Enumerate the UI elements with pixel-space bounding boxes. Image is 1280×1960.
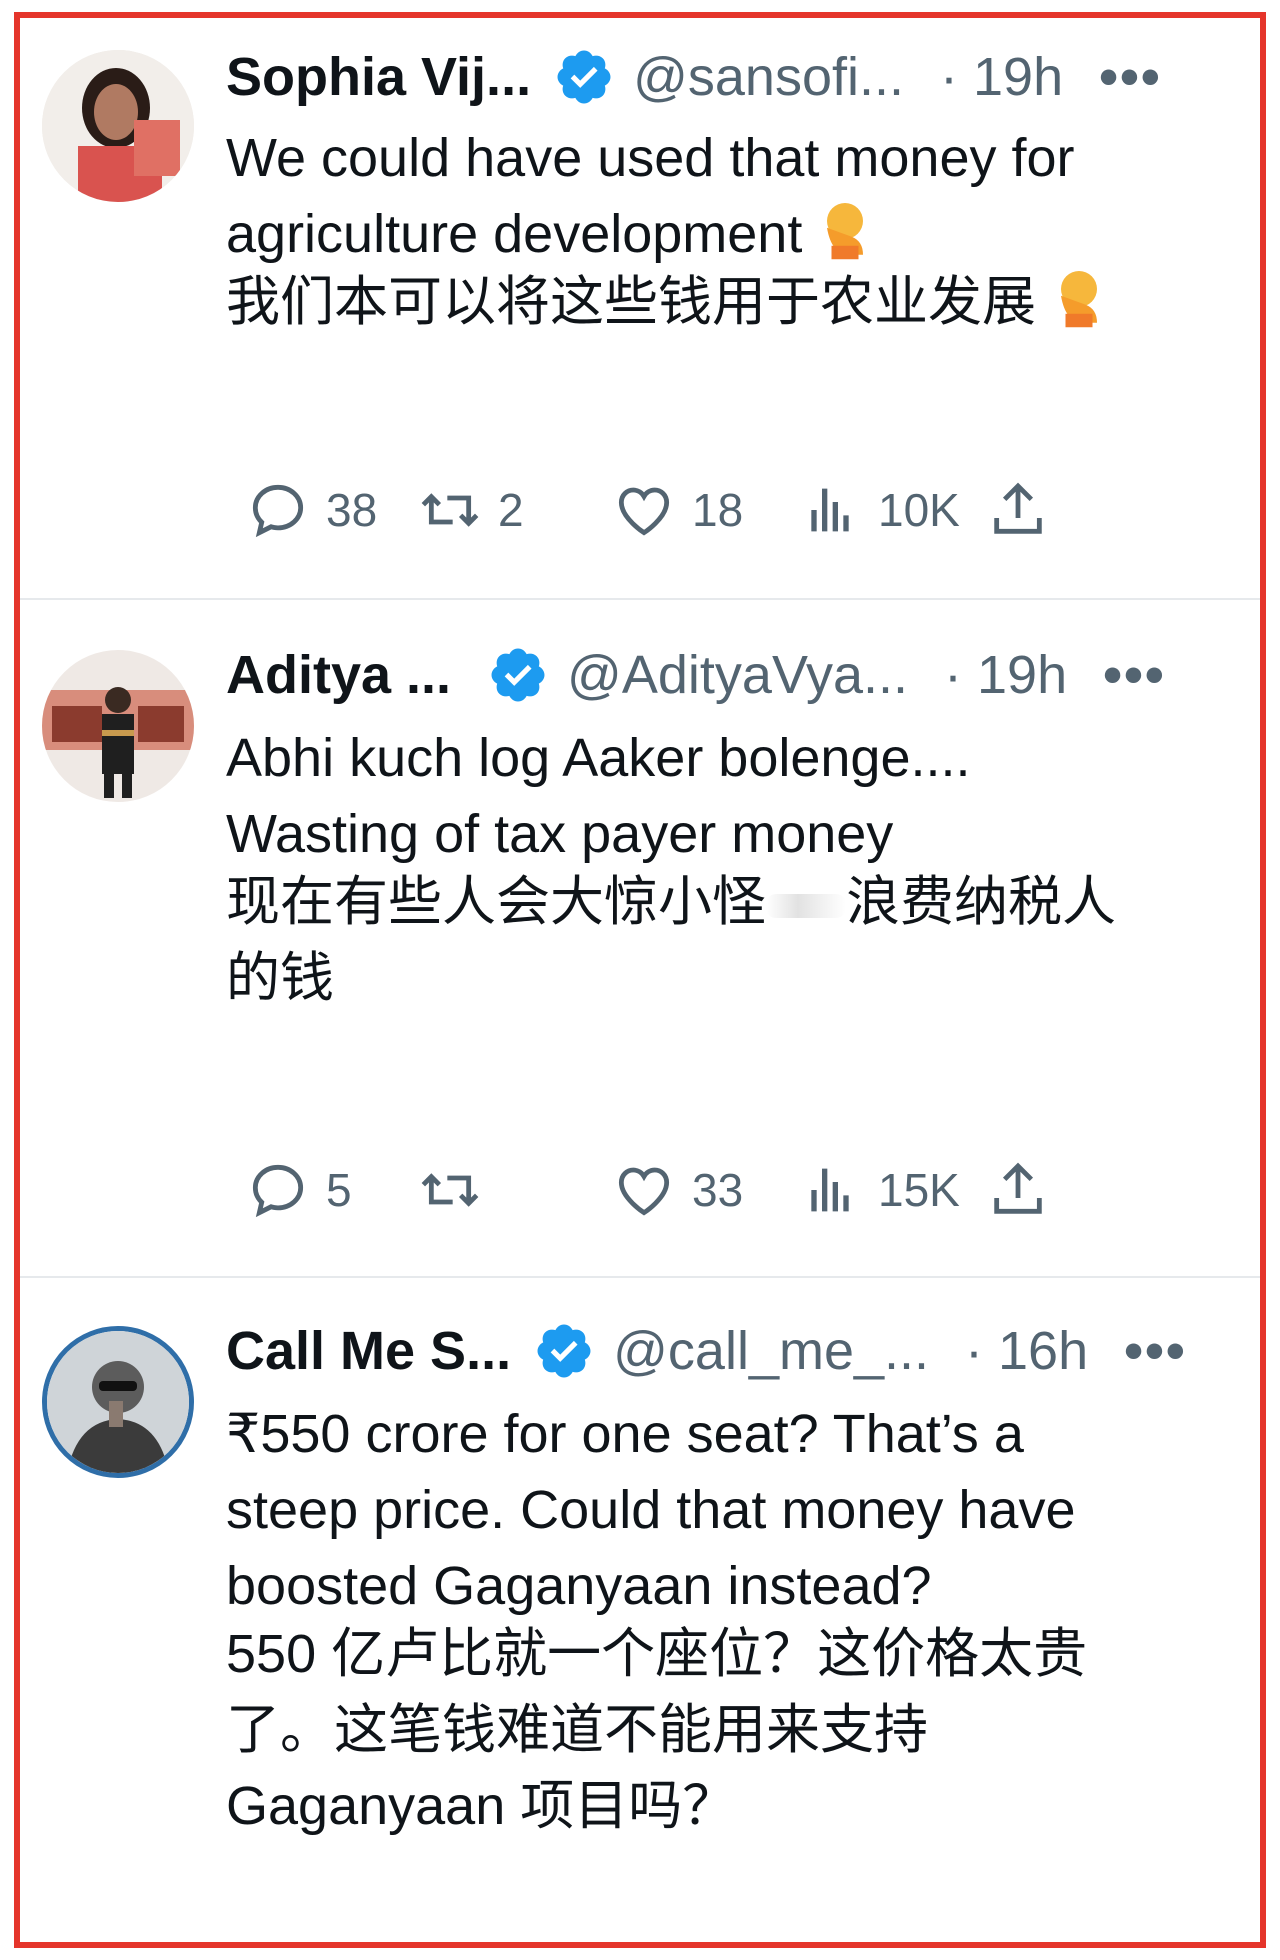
views-count: 15K [878, 1164, 960, 1216]
tweet-text-line: steep price. Could that money have [226, 1480, 1076, 1540]
views-count: 10K [878, 484, 960, 536]
tweet-text-line: We could have used that money for [226, 128, 1075, 188]
translation-line: 我们本可以将这些钱用于农业发展 [226, 272, 1036, 332]
tweet-text: We could have used that money for agricu… [226, 120, 1240, 272]
tweet-text-line: agriculture development [226, 196, 1240, 272]
like-count: 33 [692, 1164, 744, 1216]
views-button[interactable]: 15K [798, 1150, 960, 1230]
verified-badge-icon [537, 1324, 591, 1378]
reply-icon [252, 484, 304, 538]
tweet-text: ₹550 crore for one seat? That’s a steep … [226, 1396, 1240, 1624]
retweet-button[interactable]: 2 [418, 470, 524, 550]
user-handle[interactable]: @sansofi... [633, 46, 904, 108]
display-name[interactable]: Sophia Vij... [226, 46, 531, 108]
timestamp[interactable]: · 19h [940, 46, 1063, 108]
retweet-icon [421, 1173, 479, 1207]
timestamp[interactable]: · 16h [965, 1320, 1088, 1382]
blurred-text [766, 893, 846, 918]
reply-button[interactable]: 38 [246, 470, 377, 550]
display-name[interactable]: Aditya ... [226, 644, 451, 706]
reply-count: 5 [326, 1164, 352, 1216]
translation-line: 现在有些人会大惊小怪 浪费纳税人 [226, 864, 1240, 940]
like-count: 18 [692, 484, 744, 536]
retweet-icon [421, 493, 479, 527]
tweet-translation: 550 亿卢比就一个座位？这价格太贵 了。这笔钱难道不能用来支持 Gaganya… [226, 1616, 1240, 1844]
share-button[interactable] [986, 1150, 1050, 1230]
avatar[interactable] [42, 50, 194, 202]
display-name[interactable]: Call Me S... [226, 1320, 511, 1382]
more-options-icon[interactable]: ••• [1099, 46, 1162, 108]
tweet-actions: 5 33 15K [226, 1150, 1260, 1230]
tweet-translation: 我们本可以将这些钱用于农业发展 [226, 264, 1240, 340]
views-button[interactable]: 10K [798, 470, 960, 550]
timestamp[interactable]: · 19h [944, 644, 1067, 706]
more-options-icon[interactable]: ••• [1103, 644, 1166, 706]
tweet-1[interactable]: Sophia Vij... @sansofi... · 19h ••• We c… [20, 18, 1260, 600]
user-handle[interactable]: @AdityaVya... [567, 644, 908, 706]
translation-part: 现在有些人会大惊小怪 [226, 872, 766, 932]
tweet-text-line: Wasting of tax payer money [226, 804, 894, 864]
share-button[interactable] [986, 470, 1050, 550]
tweet-text-line: boosted Gaganyaan instead? [226, 1556, 932, 1616]
more-options-icon[interactable]: ••• [1124, 1320, 1187, 1382]
translation-line: 550 亿卢比就一个座位？这价格太贵 [226, 1624, 1088, 1684]
translation-line: Gaganyaan 项目吗？ [226, 1776, 737, 1836]
reply-button[interactable]: 5 [246, 1150, 352, 1230]
tweet-3[interactable]: Call Me S... @call_me_... · 16h ••• ₹550… [20, 1276, 1260, 1936]
tweet-text-line-content: agriculture development [226, 204, 803, 264]
user-handle[interactable]: @call_me_... [613, 1320, 929, 1382]
translation-line: 了。这笔钱难道不能用来支持 [226, 1700, 928, 1760]
tweet-text-line: Abhi kuch log Aaker bolenge.... [226, 728, 971, 788]
verified-badge-icon [557, 50, 611, 104]
tweet-text-line: ₹550 crore for one seat? That’s a [226, 1404, 1024, 1464]
reply-count: 38 [326, 484, 378, 536]
views-icon [811, 488, 849, 532]
translation-part: 浪费纳税人 [846, 872, 1116, 932]
face-palm-emoji [1061, 271, 1097, 328]
tweet-2[interactable]: Aditya ... @AdityaVya... · 19h ••• Abhi … [20, 598, 1260, 1278]
share-icon [994, 1162, 1042, 1214]
reply-icon [252, 1164, 304, 1218]
verified-badge-icon [491, 648, 545, 702]
tweet-translation: 现在有些人会大惊小怪 浪费纳税人 的钱 [226, 864, 1240, 1016]
translation-line: 的钱 [226, 948, 334, 1008]
retweet-button[interactable] [418, 1150, 498, 1230]
like-icon [618, 487, 670, 536]
share-icon [994, 482, 1042, 534]
tweet-actions: 38 2 18 10K [226, 470, 1260, 550]
avatar[interactable] [42, 1326, 194, 1478]
retweet-count: 2 [498, 484, 524, 536]
like-button[interactable]: 33 [612, 1150, 743, 1230]
like-button[interactable]: 18 [612, 470, 743, 550]
tweet-text: Abhi kuch log Aaker bolenge.... Wasting … [226, 720, 1240, 872]
like-icon [618, 1167, 670, 1216]
face-palm-emoji [827, 203, 864, 260]
avatar[interactable] [42, 650, 194, 802]
views-icon [811, 1168, 849, 1212]
